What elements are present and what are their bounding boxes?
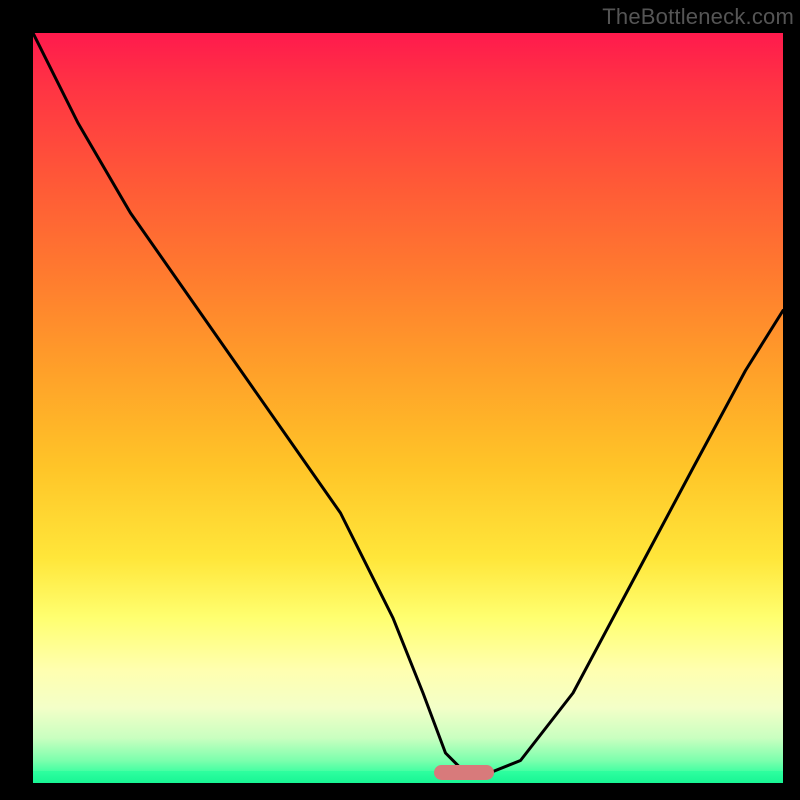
border-bottom [0, 783, 800, 800]
bottleneck-curve [33, 33, 783, 783]
watermark-text: TheBottleneck.com [602, 4, 794, 30]
chart-frame: TheBottleneck.com [0, 0, 800, 800]
border-right [783, 0, 800, 800]
optimal-marker [434, 765, 494, 780]
border-left [0, 0, 33, 800]
plot-area [33, 33, 783, 783]
